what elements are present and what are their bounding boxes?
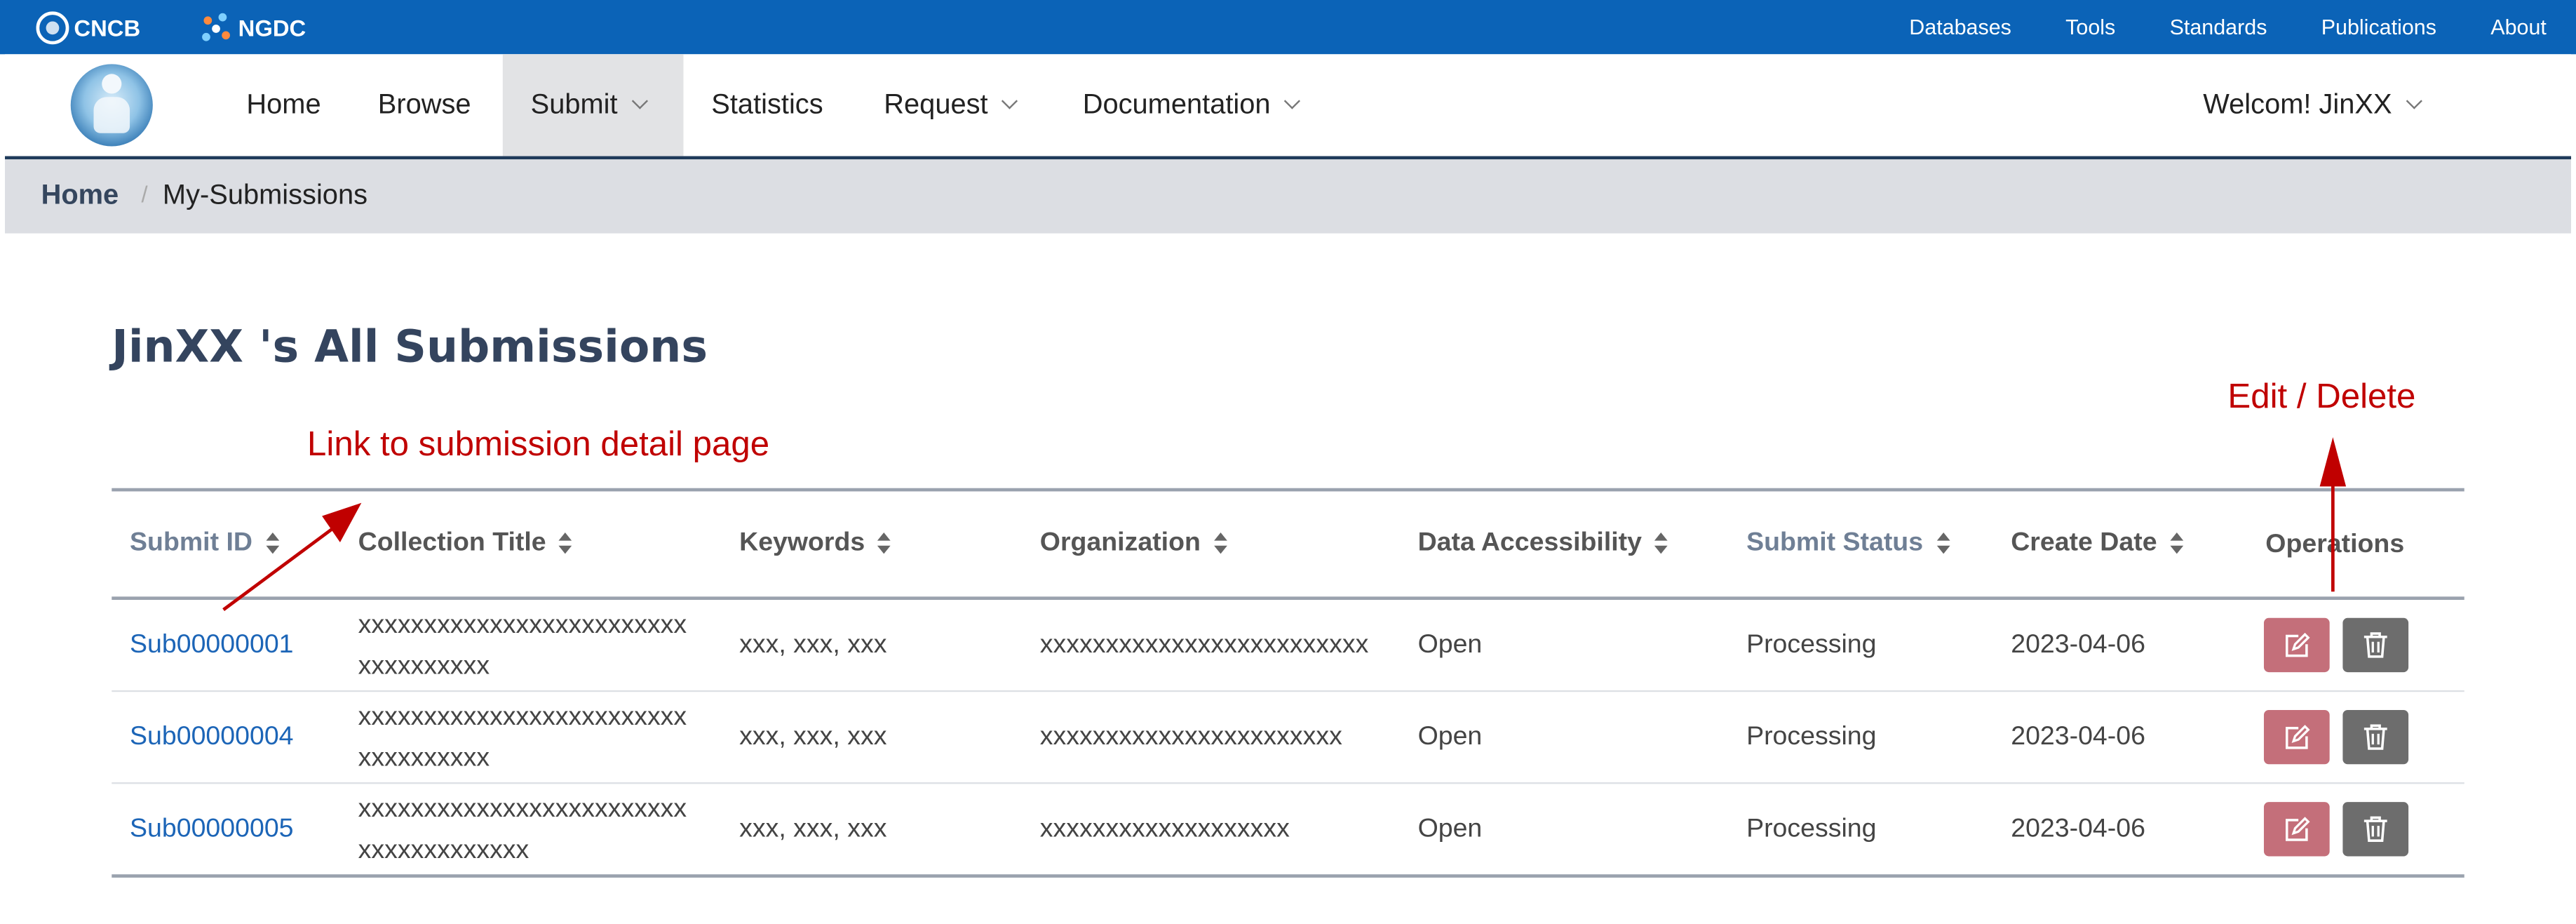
- annotation-arrows: [222, 437, 2347, 611]
- annotation-arrow-link: [222, 502, 362, 611]
- annotation-arrow-ops: [2319, 437, 2347, 592]
